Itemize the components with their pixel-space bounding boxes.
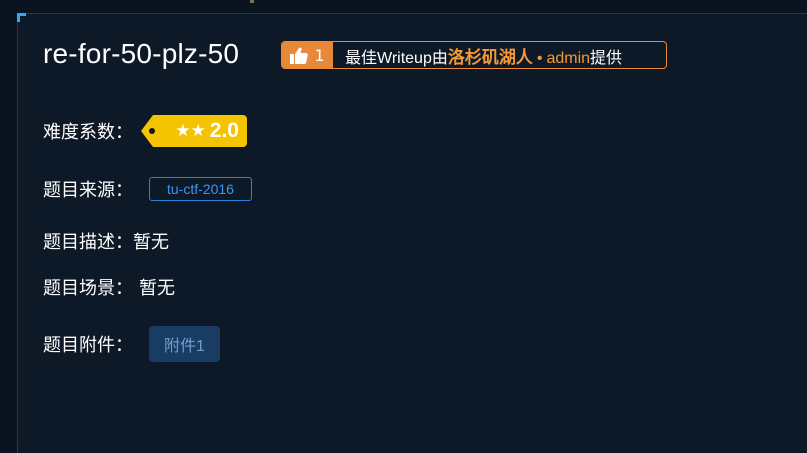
writeup-author-link[interactable]: 洛杉矶湖人 — [448, 48, 533, 67]
writeup-credit: 最佳Writeup由洛杉矶湖人 • admin提供 — [333, 43, 622, 68]
like-count: 1 — [314, 45, 325, 65]
attachment-label: 题目附件： — [43, 335, 133, 356]
attachment-row: 题目附件： 附件1 — [43, 326, 220, 362]
star-icons: ★★ — [175, 121, 206, 141]
writeup-admin-link[interactable]: admin — [546, 50, 590, 67]
writeup-suffix: 提供 — [590, 49, 623, 67]
difficulty-label: 难度系数： — [43, 122, 133, 143]
writeup-separator: • — [536, 49, 543, 67]
scene-value: 暂无 — [139, 278, 175, 299]
scene-label: 题目场景： — [43, 278, 133, 299]
difficulty-tag: ★★ 2.0 — [141, 115, 247, 147]
source-tag[interactable]: tu-ctf-2016 — [149, 177, 252, 201]
description-label: 题目描述： — [43, 232, 133, 253]
description-row: 题目描述： 暂无 — [43, 228, 169, 254]
difficulty-row: 难度系数： ★★ 2.0 — [43, 115, 247, 147]
source-row: 题目来源： tu-ctf-2016 — [43, 176, 252, 202]
top-glow-decoration — [250, 0, 254, 3]
panel-corner-decoration — [17, 13, 26, 22]
attachment-button[interactable]: 附件1 — [149, 326, 220, 362]
like-button[interactable]: 1 — [282, 42, 333, 68]
description-value: 暂无 — [133, 232, 169, 253]
scene-row: 题目场景： 暂无 — [43, 274, 175, 300]
source-label: 题目来源： — [43, 180, 133, 201]
writeup-prefix: 最佳Writeup由 — [345, 49, 448, 67]
challenge-title: re-for-50-plz-50 — [43, 38, 240, 69]
difficulty-score: 2.0 — [209, 119, 239, 142]
thumbs-up-icon — [290, 47, 309, 64]
tag-hole — [149, 128, 155, 134]
best-writeup-banner[interactable]: 1 最佳Writeup由洛杉矶湖人 • admin提供 — [281, 41, 667, 69]
